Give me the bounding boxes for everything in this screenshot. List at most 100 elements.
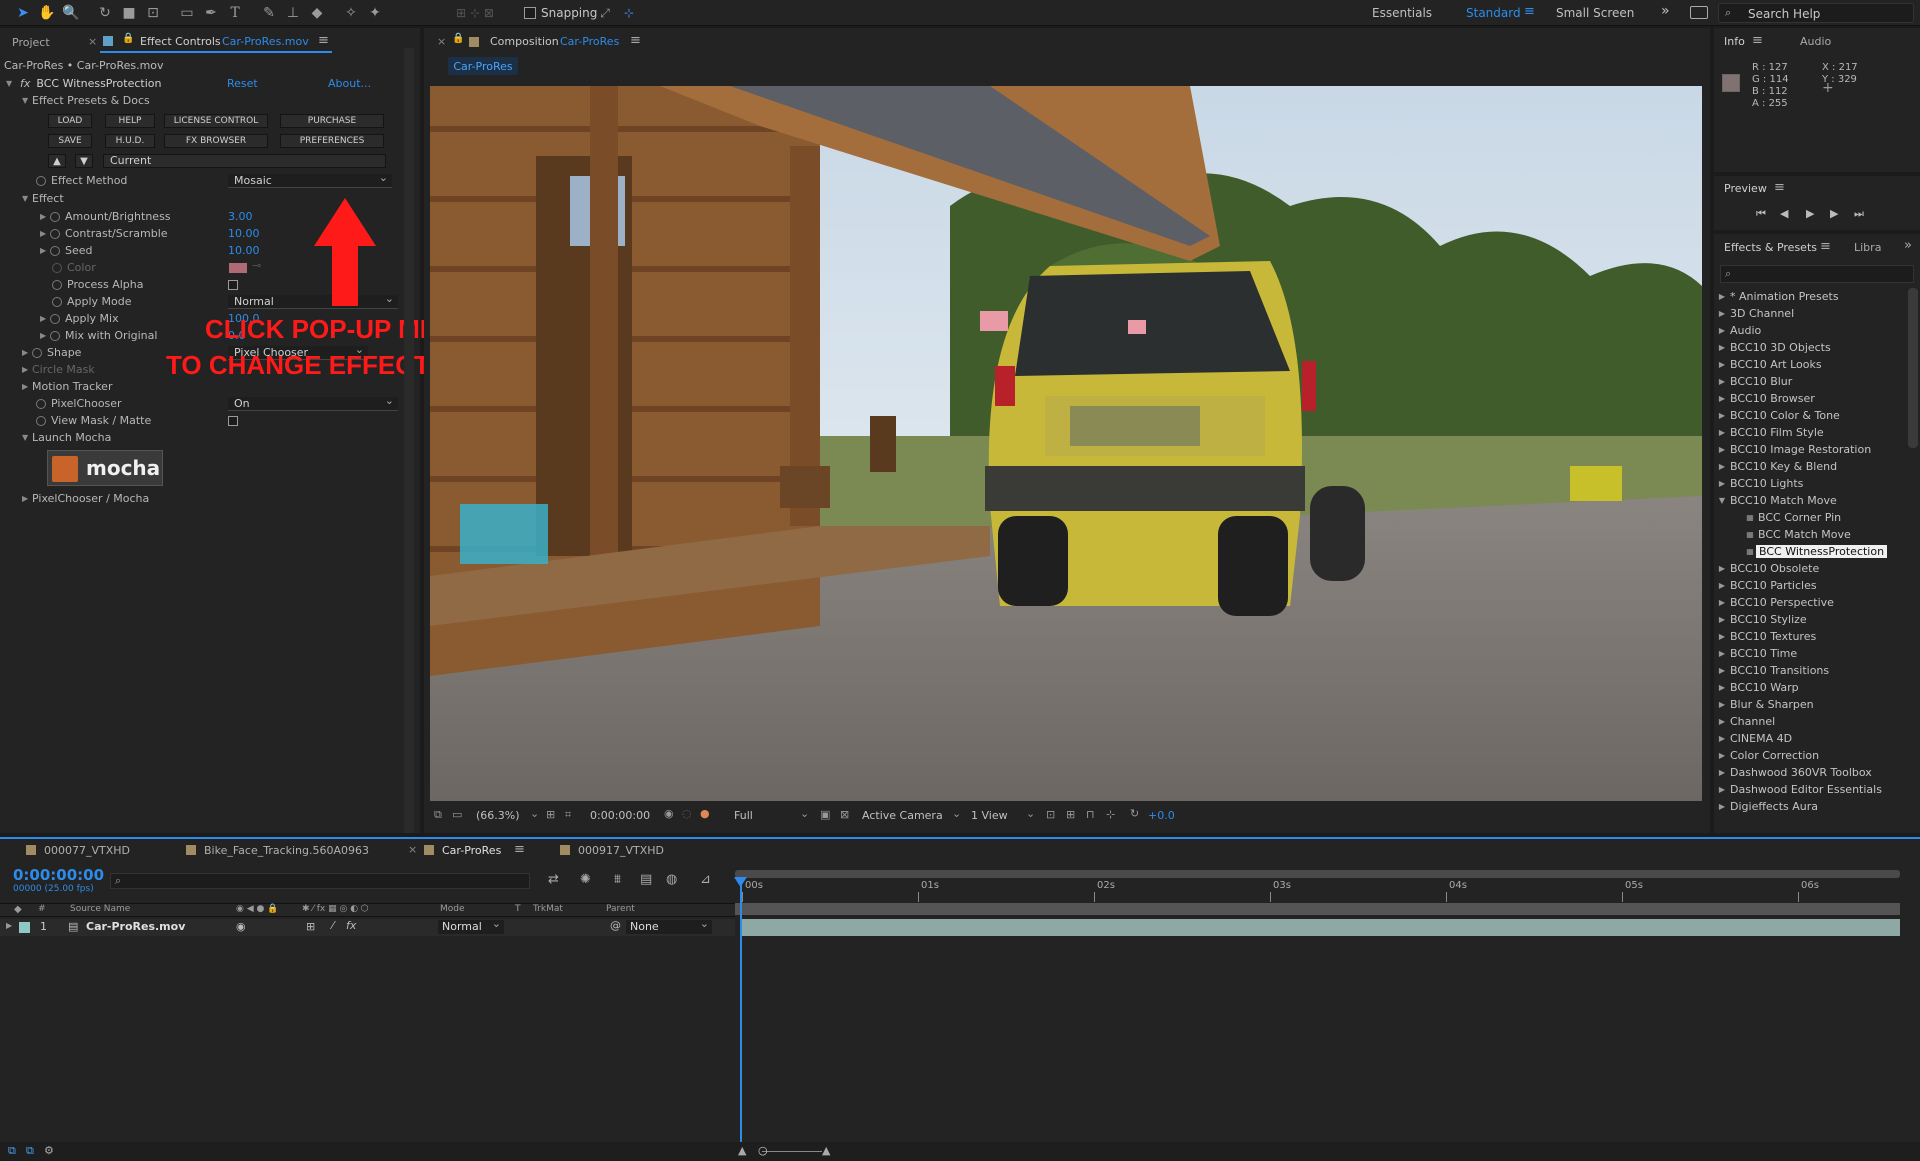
effect-section-row[interactable]: ▼ Effect: [0, 190, 64, 207]
about-link[interactable]: About...: [328, 77, 371, 90]
effect-category-item[interactable]: ▶ BCC10 Particles: [1716, 577, 1817, 594]
stopwatch-icon[interactable]: [36, 398, 46, 409]
panel-menu-icon[interactable]: ≡: [1774, 180, 1785, 195]
timeline-search-input[interactable]: ⌕: [110, 873, 530, 889]
zoom-slider-handle[interactable]: ○: [758, 1144, 768, 1157]
effect-category-item[interactable]: ▶ BCC10 Transitions: [1716, 662, 1829, 679]
effect-category-item[interactable]: ▶ * Animation Presets: [1716, 288, 1839, 305]
scrollbar[interactable]: [404, 48, 414, 833]
effect-category-item[interactable]: ▶ Dashwood 360VR Toolbox: [1716, 764, 1872, 781]
timeline-icon[interactable]: ⊓: [1086, 808, 1095, 821]
workspace-menu-icon[interactable]: ≡: [1524, 4, 1535, 19]
motion-tracker-row[interactable]: ▶ Motion Tracker: [0, 378, 112, 395]
effect-category-item[interactable]: ▶ BCC10 Textures: [1716, 628, 1816, 645]
composition-tab-name[interactable]: Car-ProRes: [560, 35, 619, 48]
search-help-field[interactable]: ⌕ Search Help: [1718, 3, 1914, 23]
effect-category-item[interactable]: ▶ Audio: [1716, 322, 1761, 339]
effect-category-item[interactable]: ▶ BCC10 Image Restoration: [1716, 441, 1871, 458]
close-icon[interactable]: ×: [437, 35, 446, 48]
composition-subtab[interactable]: Car-ProRes: [448, 57, 518, 75]
effect-preset-item[interactable]: ▦ BCC Match Move: [1744, 526, 1851, 543]
effects-search-input[interactable]: ⌕: [1720, 265, 1914, 283]
view-mask-checkbox[interactable]: [228, 416, 238, 426]
chevron-down-icon[interactable]: ⌄: [1026, 807, 1035, 820]
next-frame-icon[interactable]: ▶: [1830, 207, 1838, 220]
close-icon[interactable]: ×: [88, 35, 97, 48]
process-alpha-checkbox[interactable]: [228, 280, 238, 290]
transparency-grid-icon[interactable]: ⊠: [840, 808, 849, 821]
pixelchooser-mocha-row[interactable]: ▶ PixelChooser / Mocha: [0, 490, 149, 507]
effect-category-item[interactable]: ▶ BCC10 Key & Blend: [1716, 458, 1837, 475]
panel-menu-icon[interactable]: ≡: [318, 33, 329, 48]
collapse-switch-icon[interactable]: ⊞: [306, 920, 315, 933]
help-button[interactable]: HELP: [105, 114, 155, 128]
fast-previews-icon[interactable]: ⊞: [1066, 808, 1075, 821]
stopwatch-icon[interactable]: [52, 279, 62, 290]
close-icon[interactable]: ×: [408, 843, 417, 856]
expand-triangle-icon[interactable]: ▶: [40, 331, 50, 340]
panel-menu-icon[interactable]: ≡: [1752, 33, 1763, 48]
preset-down-icon[interactable]: ▼: [75, 154, 93, 168]
render-time-toggle-icon[interactable]: ⚙: [44, 1144, 54, 1157]
channel-icon[interactable]: ●: [700, 807, 710, 820]
effect-category-item[interactable]: ▶ BCC10 3D Objects: [1716, 339, 1831, 356]
work-area-range[interactable]: [735, 903, 1900, 915]
composition-viewer[interactable]: [430, 86, 1702, 801]
show-snapshot-icon[interactable]: ◌: [682, 807, 692, 820]
stopwatch-icon[interactable]: [50, 228, 60, 239]
exposure-value[interactable]: +0.0: [1148, 809, 1175, 822]
stopwatch-icon[interactable]: [52, 296, 62, 307]
effect-category-item[interactable]: ▼ BCC10 Match Move: [1716, 492, 1837, 509]
effect-category-item[interactable]: ▶ Channel: [1716, 713, 1775, 730]
reset-exposure-icon[interactable]: ↻: [1130, 807, 1139, 820]
fx-browser-button[interactable]: FX BROWSER: [164, 134, 268, 148]
frame-blending-icon[interactable]: ▤: [640, 872, 652, 887]
effect-category-item[interactable]: ▶ Digieffects Aura: [1716, 798, 1818, 815]
panel-menu-icon[interactable]: ≡: [630, 33, 641, 48]
layer-mode-dropdown[interactable]: Normal ⌄: [438, 917, 504, 934]
load-button[interactable]: LOAD: [48, 114, 92, 128]
effect-category-item[interactable]: ▶ BCC10 Obsolete: [1716, 560, 1819, 577]
lock-icon[interactable]: 🔒: [452, 33, 464, 44]
zoom-out-icon[interactable]: ▲: [738, 1144, 746, 1157]
type-tool-icon[interactable]: T: [224, 2, 246, 24]
previous-frame-icon[interactable]: ◀: [1780, 207, 1788, 220]
preset-up-icon[interactable]: ▲: [48, 154, 66, 168]
stopwatch-icon[interactable]: [50, 313, 60, 324]
lock-icon[interactable]: 🔒: [122, 33, 134, 44]
effect-category-item[interactable]: ▶ CINEMA 4D: [1716, 730, 1792, 747]
tab-effects-presets[interactable]: Effects & Presets: [1724, 241, 1817, 254]
sync-settings-icon[interactable]: [1690, 6, 1708, 19]
effect-preset-item[interactable]: ▦ BCC WitnessProtection: [1744, 543, 1888, 560]
expand-triangle-icon[interactable]: ▶: [40, 229, 50, 238]
layer-label-color[interactable]: [19, 922, 30, 933]
purchase-button[interactable]: PURCHASE: [280, 114, 384, 128]
visibility-eye-icon[interactable]: ◉: [236, 920, 246, 933]
expand-triangle-icon[interactable]: ▶: [6, 921, 12, 930]
views-dropdown[interactable]: 1 View: [971, 809, 1008, 822]
rectangle-tool-icon[interactable]: ▭: [176, 2, 198, 24]
expand-triangle-icon[interactable]: ▶: [40, 314, 50, 323]
effect-category-item[interactable]: ▶ Blur & Sharpen: [1716, 696, 1814, 713]
monitor-icon[interactable]: ▭: [452, 808, 462, 821]
workspace-essentials[interactable]: Essentials: [1372, 6, 1432, 20]
stopwatch-icon[interactable]: [36, 175, 46, 186]
effect-category-item[interactable]: ▶ BCC10 Film Style: [1716, 424, 1824, 441]
effect-presets-row[interactable]: ▼ Effect Presets & Docs: [0, 92, 150, 109]
snapping-checkbox[interactable]: [524, 7, 536, 19]
effect-preset-item[interactable]: ▦ BCC Corner Pin: [1744, 509, 1841, 526]
current-time-indicator[interactable]: [740, 879, 742, 1159]
license-control-button[interactable]: LICENSE CONTROL: [164, 114, 268, 128]
fx-switch-icon[interactable]: fx: [346, 919, 356, 932]
last-frame-icon[interactable]: ⏭: [1854, 207, 1864, 221]
quality-switch-icon[interactable]: ⁄: [332, 919, 334, 932]
save-button[interactable]: SAVE: [48, 134, 92, 148]
clone-stamp-tool-icon[interactable]: ⊥: [282, 2, 304, 24]
chevron-down-icon[interactable]: ⌄: [952, 807, 961, 820]
pan-behind-tool-icon[interactable]: ⊡: [142, 2, 164, 24]
expand-triangle-icon[interactable]: ▶: [40, 212, 50, 221]
mocha-launch-button[interactable]: mocha: [47, 450, 163, 486]
effect-category-item[interactable]: ▶ BCC10 Perspective: [1716, 594, 1834, 611]
puppet-tool-icon[interactable]: ✦: [364, 2, 386, 24]
tab-composition-car-prores[interactable]: Car-ProRes: [424, 839, 501, 861]
